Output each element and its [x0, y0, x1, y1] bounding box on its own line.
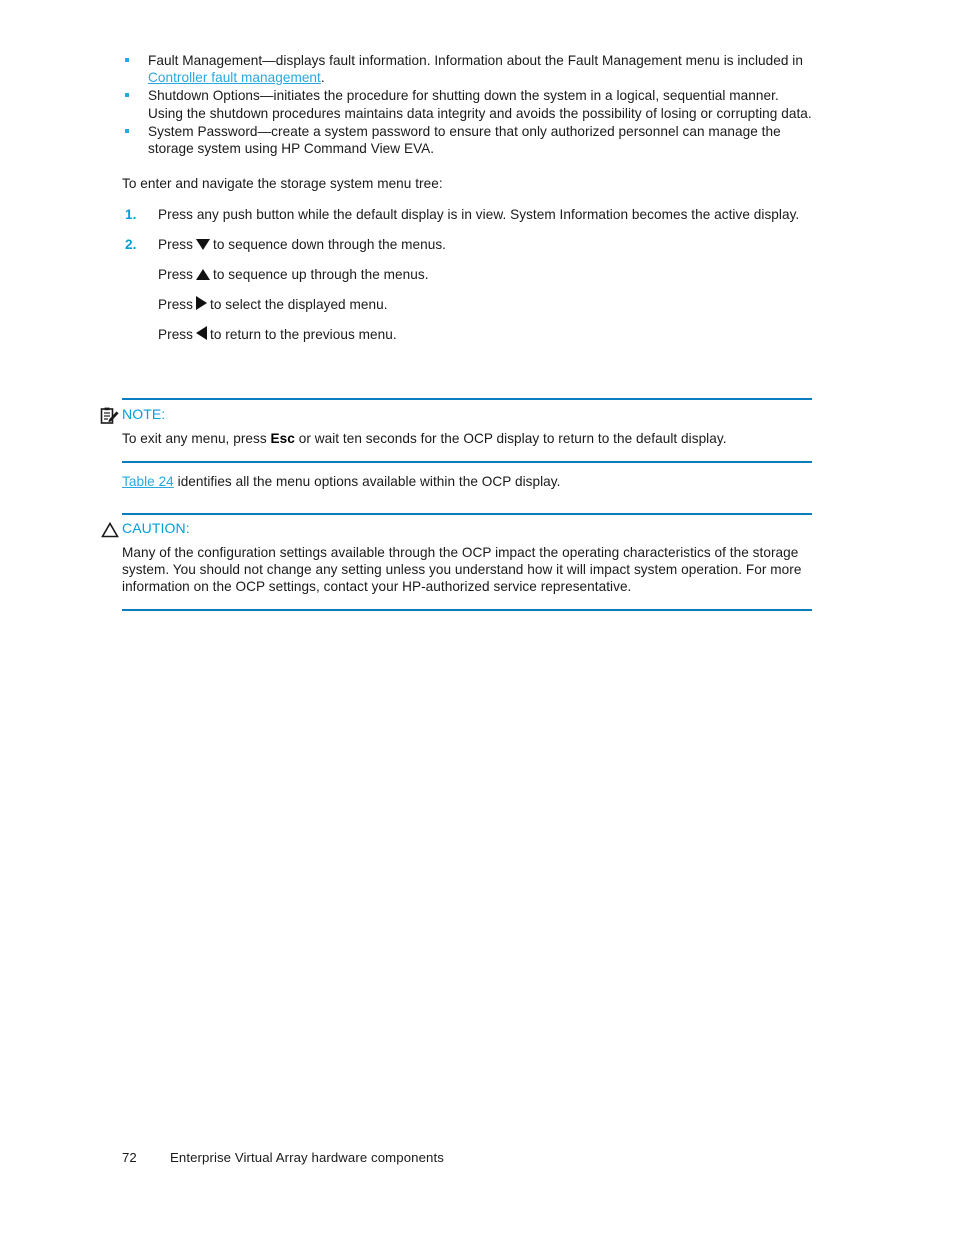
intro-paragraph: To enter and navigate the storage system…	[122, 176, 443, 192]
table-reference-paragraph: Table 24 identifies all the menu options…	[100, 473, 812, 490]
procedure-step-list: 1. Press any push button while the defaul…	[122, 206, 812, 343]
list-item: Shutdown Options—initiates the procedure…	[122, 87, 812, 121]
note-block: NOTE: To exit any menu, press Esc or wai…	[100, 406, 812, 447]
bullet-marker-icon	[125, 93, 129, 98]
step-number: 2.	[125, 236, 137, 252]
caution-rule-bottom	[122, 609, 812, 611]
step-item-1: 1. Press any push button while the defaul…	[122, 206, 812, 223]
substep-text-after: to return to the previous menu.	[210, 327, 397, 343]
arrow-left-icon	[196, 326, 207, 341]
substep-left: Press to return to the previous menu.	[158, 326, 812, 343]
arrow-up-icon	[196, 268, 210, 280]
caution-body: Many of the configuration settings avail…	[122, 545, 802, 595]
substep-text-before: Press	[158, 266, 193, 282]
step-item-2: 2. Press to sequence down through the menu…	[122, 236, 812, 344]
step-text-before: Press	[158, 236, 193, 252]
note-rule-bottom	[122, 461, 812, 463]
step-number: 1.	[125, 207, 137, 223]
arrow-right-icon	[196, 296, 207, 311]
list-item: Fault Management—displays fault informat…	[122, 52, 812, 86]
page-footer: 72 Enterprise Virtual Array hardware com…	[122, 1150, 812, 1170]
substep-text-after: to select the displayed menu.	[210, 297, 388, 313]
caution-rule-top	[122, 513, 812, 515]
bullet-text: Shutdown Options—initiates the procedure…	[148, 88, 812, 121]
substep-text-before: Press	[158, 297, 193, 313]
note-body-after: or wait ten seconds for the OCP display …	[294, 431, 727, 446]
step-text-after: to sequence down through the menus.	[213, 236, 447, 252]
document-page: Fault Management—displays fault informat…	[0, 0, 954, 1235]
footer-page-number: 72	[122, 1150, 137, 1165]
list-item: System Password—create a system password…	[122, 123, 812, 157]
substep-text-after: to sequence up through the menus.	[213, 266, 429, 282]
arrow-down-icon	[196, 238, 210, 250]
bullet-text-tail: .	[320, 70, 325, 86]
bullet-text: Fault Management—displays fault informat…	[148, 53, 803, 68]
table-reference-text: identifies all the menu options availabl…	[173, 474, 561, 489]
note-rule-top	[122, 398, 812, 400]
substep-up: Press to sequence up through the menus.	[158, 266, 812, 283]
note-body-before: To exit any menu, press	[122, 431, 271, 446]
feature-bullet-list: Fault Management—displays fault informat…	[122, 52, 812, 157]
step-text: Press any push button while the default …	[158, 207, 800, 223]
page-content: Fault Management—displays fault informat…	[122, 52, 812, 343]
note-title: NOTE:	[122, 406, 166, 422]
bullet-marker-icon	[125, 128, 129, 133]
caution-block: CAUTION: Many of the configuration setti…	[100, 520, 812, 596]
note-key-esc: Esc	[270, 431, 295, 446]
caution-header: CAUTION:	[100, 520, 812, 540]
caution-triangle-icon	[100, 521, 120, 539]
footer-chapter-title: Enterprise Virtual Array hardware compon…	[170, 1150, 444, 1165]
link-controller-fault-management[interactable]: Controller fault management	[148, 70, 321, 85]
table-reference-body: Table 24 identifies all the menu options…	[122, 473, 812, 490]
substep-right: Press to select the displayed menu.	[158, 296, 812, 313]
bullet-text: System Password—create a system password…	[148, 123, 781, 157]
bullet-marker-icon	[125, 58, 129, 62]
link-table-24[interactable]: Table 24	[122, 474, 174, 489]
note-clipboard-icon	[100, 407, 120, 425]
note-header: NOTE:	[100, 406, 812, 426]
substep-text-before: Press	[158, 327, 193, 343]
note-body: To exit any menu, press Esc or wait ten …	[122, 430, 812, 447]
caution-title: CAUTION:	[122, 520, 190, 536]
